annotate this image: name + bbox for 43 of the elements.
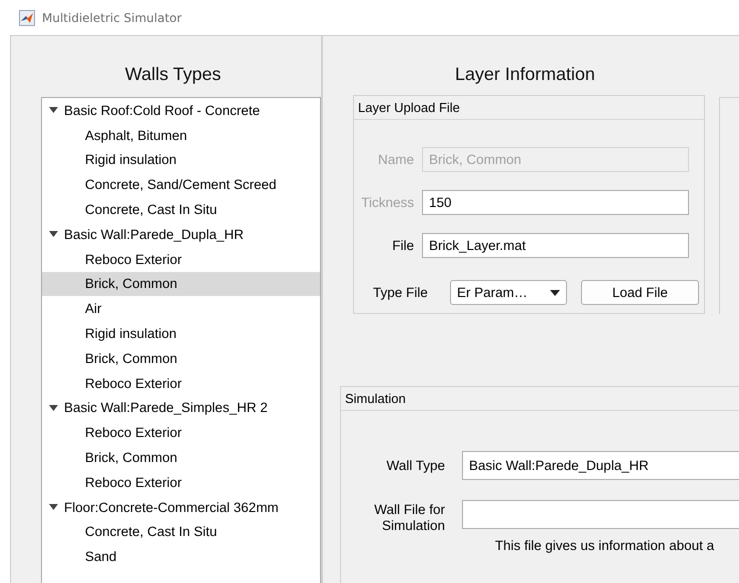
panel-title: Walls Types <box>125 64 222 85</box>
tree-group-item[interactable]: Basic Wall:Parede_Dupla_HR <box>42 222 320 247</box>
tree-item[interactable]: Asphalt, Bitumen <box>42 122 320 148</box>
input-field[interactable] <box>462 500 739 529</box>
group-title: Simulation <box>341 387 739 411</box>
tree-item[interactable]: Reboco Exterior <box>42 246 320 272</box>
tree-item[interactable]: Rigid insulation <box>42 148 320 172</box>
field-label: File <box>391 238 414 253</box>
caret-icon <box>550 290 560 296</box>
field-label: Wall Type <box>385 458 445 474</box>
load-file-button[interactable]: Load File <box>581 280 699 305</box>
window-title: Multidieletric Simulator <box>42 10 182 24</box>
input-field[interactable]: Basic Wall:Parede_Dupla_HR <box>462 451 739 480</box>
input-field[interactable]: 150 <box>422 190 689 215</box>
tree-group-item[interactable]: Floor:Concrete-Commercial 362mm <box>42 494 320 520</box>
field-label: Type File <box>373 285 429 300</box>
tree-item[interactable]: Reboco Exterior <box>42 470 320 495</box>
tree-item[interactable]: Concrete, Cast In Situ <box>42 197 320 222</box>
input-field[interactable]: Brick_Layer.mat <box>422 233 689 258</box>
field-label: Tickness <box>360 195 414 210</box>
expand-triangle-icon[interactable] <box>49 107 58 114</box>
tree-item[interactable]: Reboco Exterior <box>42 370 320 396</box>
tree-item[interactable]: Air <box>42 296 320 322</box>
tree-item[interactable]: Sand <box>42 544 320 570</box>
panel-title: Layer Information <box>455 64 596 85</box>
tree-item[interactable]: Concrete, Sand/Cement Screed <box>42 172 320 198</box>
field-label: Wall File for Simulation <box>373 502 445 534</box>
expand-triangle-icon[interactable] <box>49 404 58 411</box>
expand-triangle-icon[interactable] <box>49 231 58 238</box>
type-dropdown[interactable]: Er Param… <box>450 280 567 305</box>
tree-group-item[interactable]: Basic Roof:Cold Roof - Concrete <box>42 98 320 123</box>
tree-item[interactable]: Reboco Exterior <box>42 420 320 446</box>
tree-item[interactable]: Brick, Common <box>42 445 320 470</box>
field-label: Name <box>376 152 414 167</box>
tree-item[interactable]: Concrete, Cast In Situ <box>42 520 320 544</box>
expand-triangle-icon[interactable] <box>49 504 58 510</box>
hint-text: This file gives us information about a <box>495 538 716 553</box>
tree-item[interactable]: Brick, Common <box>42 272 320 296</box>
app-icon <box>19 10 35 26</box>
tree-group-item[interactable]: Basic Wall:Parede_Simples_HR 2 <box>42 396 320 420</box>
tree-item[interactable]: Brick, Common <box>42 346 320 371</box>
tree-item[interactable]: Rigid insulation <box>42 321 320 346</box>
group-title: Layer Upload File <box>354 96 704 120</box>
